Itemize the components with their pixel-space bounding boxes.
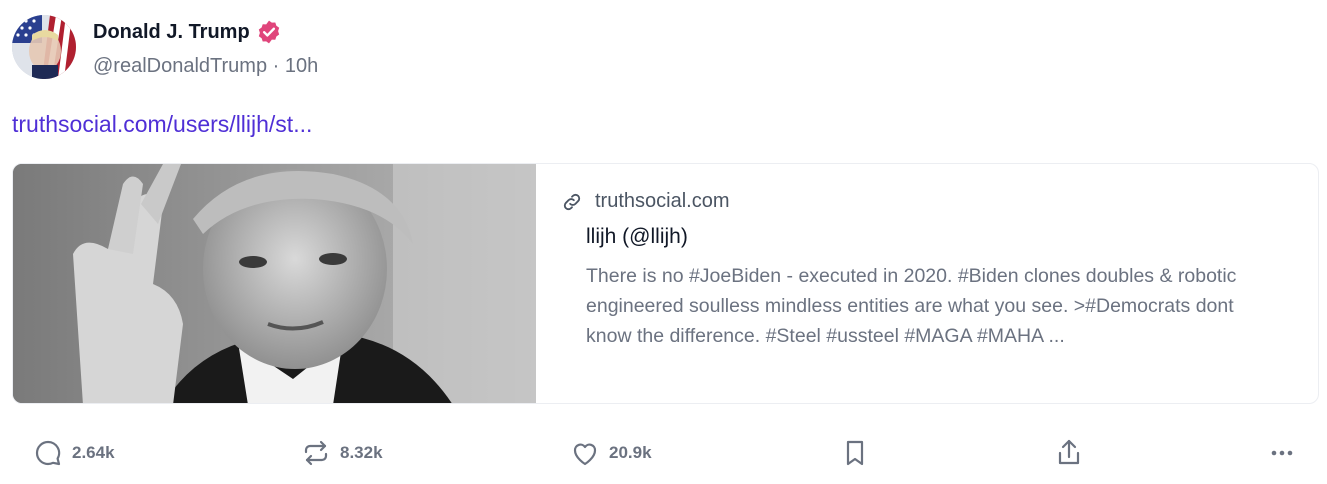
link-preview-image — [13, 164, 536, 403]
reply-button[interactable]: 2.64k — [32, 432, 115, 474]
heart-icon — [573, 443, 597, 466]
reply-count: 2.64k — [72, 443, 115, 462]
more-options-button[interactable] — [1266, 432, 1298, 474]
preview-photo — [13, 164, 536, 403]
retruth-count: 8.32k — [340, 443, 383, 462]
post-actions-bar: 2.64k 8.32k 20.9k — [0, 432, 1327, 474]
author-meta: @realDonaldTrump · 10h — [93, 55, 318, 78]
link-icon — [563, 193, 581, 210]
author-avatar[interactable] — [12, 15, 76, 79]
avatar-image — [12, 15, 76, 79]
more-icon — [1271, 450, 1293, 456]
share-icon — [1058, 439, 1080, 465]
link-preview-body: truthsocial.com llijh (@llijh) There is … — [536, 164, 1318, 403]
link-preview-description: There is no #JoeBiden - executed in 2020… — [586, 265, 1237, 347]
meta-separator: · — [272, 55, 280, 77]
post-card: Donald J. Trump @realDonaldTrump · 10h t… — [0, 0, 1327, 484]
verified-badge-icon — [258, 20, 279, 44]
link-preview-domain: truthsocial.com — [595, 190, 730, 212]
like-count: 20.9k — [609, 443, 652, 462]
author-handle[interactable]: @realDonaldTrump — [93, 55, 267, 77]
post-body-link[interactable]: truthsocial.com/users/llijh/st... — [12, 111, 312, 138]
link-preview-domain-row: truthsocial.com — [561, 190, 1318, 213]
bookmark-icon — [846, 440, 864, 466]
author-name[interactable]: Donald J. Trump — [93, 19, 282, 45]
retruth-button[interactable]: 8.32k — [300, 432, 383, 474]
like-button[interactable]: 20.9k — [569, 432, 652, 474]
share-button[interactable] — [1053, 432, 1085, 474]
post-time[interactable]: 10h — [285, 55, 318, 77]
bookmark-button[interactable] — [839, 432, 871, 474]
link-preview-card[interactable]: truthsocial.com llijh (@llijh) There is … — [12, 163, 1319, 404]
retruth-icon — [304, 440, 328, 466]
author-name-text: Donald J. Trump — [93, 20, 250, 43]
link-preview-title: llijh (@llijh) — [586, 225, 688, 248]
comment-icon — [35, 440, 61, 466]
